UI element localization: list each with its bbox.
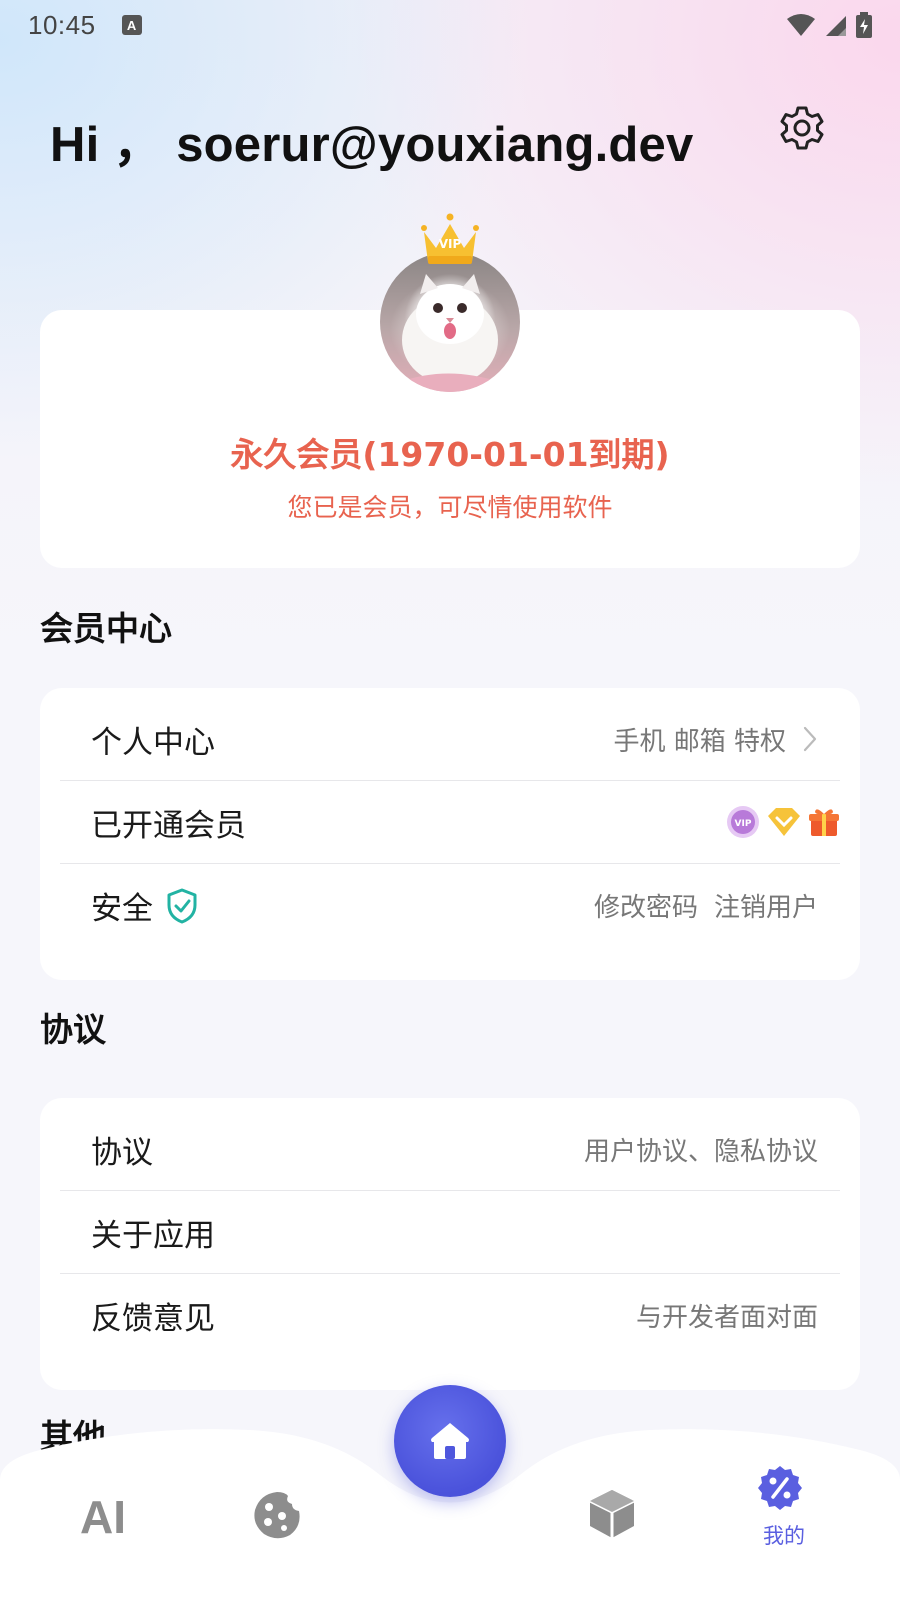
section-title-agreements: 协议 (40, 1010, 106, 1049)
cell-signal-icon (826, 16, 846, 36)
row-label: 已开通会员 (91, 807, 246, 844)
row-security[interactable]: 安全 修改密码 注销用户 (60, 864, 840, 947)
wifi-icon (787, 14, 815, 36)
notification-icon: A (121, 15, 142, 35)
tab-cookie[interactable] (252, 1490, 302, 1540)
cat-photo (400, 274, 505, 392)
row-label: 反馈意见 (91, 1301, 215, 1337)
row-label: 个人中心 (91, 724, 215, 761)
membership-title: 永久会员(1970-01-01到期) (230, 435, 670, 474)
status-time: 10:45 (28, 9, 96, 40)
row-hint: 手机 邮箱 特权 (613, 726, 786, 757)
row-hint: 与开发者面对面 (635, 1303, 818, 1333)
change-password-link[interactable]: 修改密码 (594, 887, 698, 924)
settings-button[interactable] (778, 104, 826, 152)
deactivate-user-link[interactable]: 注销用户 (714, 887, 818, 924)
status-icons (786, 12, 872, 38)
agreements-card: 协议 用户协议、隐私协议 关于应用 反馈意见 与开发者面对面 (40, 1098, 860, 1390)
row-about-app[interactable]: 关于应用 (60, 1191, 840, 1274)
battery-icon (856, 12, 872, 38)
row-label: 关于应用 (91, 1217, 215, 1254)
avatar-container[interactable]: VIP (378, 212, 522, 392)
gear-icon (780, 106, 824, 150)
svg-text:VIP: VIP (735, 819, 752, 829)
gift-icon (809, 809, 839, 836)
row-hint: 用户协议、隐私协议 (583, 1136, 818, 1167)
row-personal-center[interactable]: 个人中心 手机 邮箱 特权 (60, 698, 840, 781)
tab-mine-icon[interactable] (756, 1464, 804, 1512)
status-bar: 10:45 A (0, 0, 900, 50)
membership-badges: VIP (726, 805, 840, 839)
membership-subtitle: 您已是会员，可尽情使用软件 (287, 493, 613, 522)
diamond-icon (768, 808, 800, 836)
row-label: 协议 (91, 1134, 153, 1171)
home-icon (431, 1423, 469, 1459)
tab-ai[interactable]: AI (80, 1490, 126, 1544)
row-label: 安全 (91, 891, 153, 927)
home-button[interactable] (394, 1385, 506, 1497)
crown-text: VIP (439, 237, 462, 251)
vip-crown-icon: VIP (421, 213, 479, 264)
greeting-title: Hi ， soerur@youxiang.dev (50, 118, 694, 172)
vip-badge-icon: VIP (727, 806, 759, 838)
shield-check-icon (167, 888, 197, 923)
row-feedback[interactable]: 反馈意见 与开发者面对面 (60, 1274, 840, 1357)
avatar[interactable] (380, 252, 520, 392)
member-center-card: 个人中心 手机 邮箱 特权 已开通会员 VIP 安全 修改密码 注销用户 (40, 688, 860, 980)
section-title-member-center: 会员中心 (40, 609, 172, 648)
tab-mine-label[interactable]: 我的 (744, 1520, 824, 1550)
row-membership[interactable]: 已开通会员 VIP (60, 781, 840, 864)
chevron-right-icon (803, 726, 817, 752)
row-agreement[interactable]: 协议 用户协议、隐私协议 (60, 1108, 840, 1191)
tab-box[interactable] (587, 1488, 637, 1540)
